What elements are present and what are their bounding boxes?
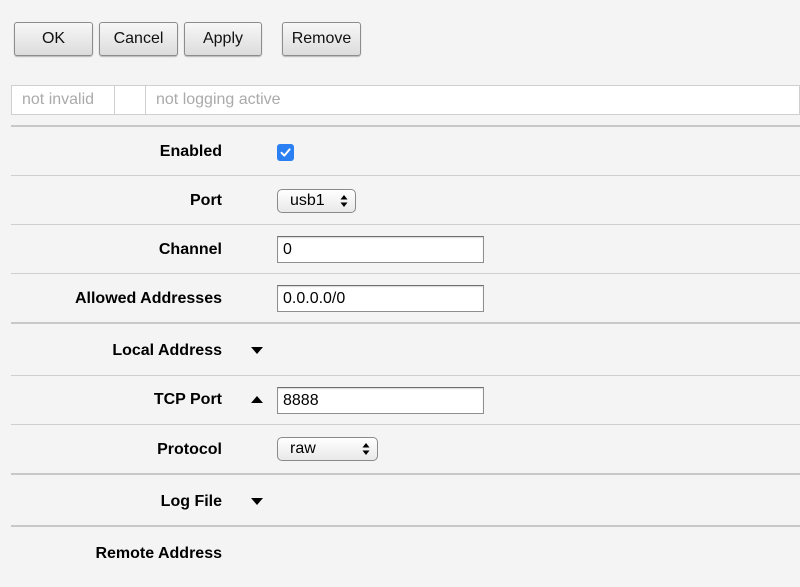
divider [11, 273, 800, 274]
channel-input[interactable]: 0 [277, 236, 484, 263]
channel-label: Channel [158, 241, 222, 258]
toolbar: OK Cancel Apply Remove [0, 0, 800, 80]
local-address-label: Local Address [112, 342, 222, 359]
port-select-value: usb1 [290, 192, 325, 209]
log-file-label: Log File [160, 493, 222, 510]
divider [11, 525, 800, 527]
expand-down-icon[interactable] [251, 498, 263, 505]
divider [11, 322, 800, 324]
divider [11, 424, 800, 425]
divider [11, 175, 800, 176]
divider [11, 473, 800, 475]
status-logging: not logging active [146, 86, 800, 114]
remote-address-label: Remote Address [95, 545, 222, 562]
status-blank [115, 86, 146, 114]
apply-button[interactable]: Apply [184, 22, 262, 56]
select-arrows-icon [362, 443, 370, 455]
allowed-addresses-label: Allowed Addresses [74, 290, 222, 307]
tcp-port-input[interactable]: 8888 [277, 387, 484, 414]
remove-button[interactable]: Remove [282, 22, 361, 56]
protocol-select[interactable]: raw [277, 437, 378, 461]
divider [11, 375, 800, 376]
expand-down-icon[interactable] [251, 347, 263, 354]
divider [11, 125, 800, 127]
enabled-checkbox[interactable] [277, 144, 294, 161]
tcp-port-label: TCP Port [153, 391, 222, 408]
ok-button[interactable]: OK [14, 22, 93, 56]
select-arrows-icon [340, 195, 348, 207]
port-label: Port [190, 192, 222, 209]
protocol-select-value: raw [290, 440, 316, 457]
cancel-button[interactable]: Cancel [99, 22, 178, 56]
checkmark-icon [280, 148, 291, 157]
status-invalid: not invalid [12, 86, 115, 114]
divider [11, 224, 800, 225]
enabled-label: Enabled [159, 143, 222, 160]
allowed-addresses-input[interactable]: 0.0.0.0/0 [277, 285, 484, 312]
collapse-up-icon[interactable] [251, 396, 263, 403]
port-select[interactable]: usb1 [277, 189, 356, 213]
protocol-label: Protocol [157, 441, 222, 458]
status-bar: not invalid not logging active [11, 85, 800, 115]
